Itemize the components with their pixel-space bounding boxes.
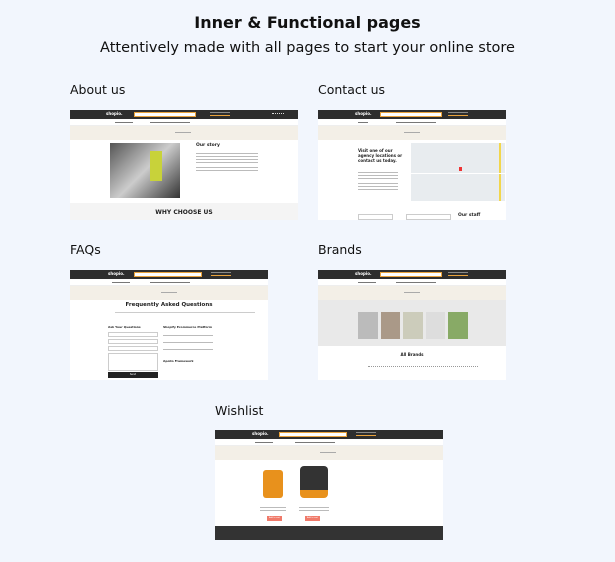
phone-input[interactable] <box>108 346 158 351</box>
product-image[interactable] <box>263 470 283 498</box>
add-to-cart-button[interactable]: Add to cart <box>267 516 282 521</box>
about-label: About us <box>70 82 126 97</box>
map[interactable] <box>411 143 505 201</box>
logo: shopio. <box>355 271 372 276</box>
about-us-thumbnail[interactable]: shopio. Our story WHY CHOOSE US <box>70 110 298 220</box>
header-icons <box>272 113 284 116</box>
message-input[interactable] <box>108 353 158 371</box>
logo: shopio. <box>252 431 269 436</box>
logo: shopio. <box>106 111 123 116</box>
contact-heading: Visit one of our agency locations or con… <box>358 148 403 163</box>
name-input[interactable] <box>108 332 158 337</box>
contact-us-thumbnail[interactable]: shopio. Visit one of our agency location… <box>318 110 506 220</box>
footer <box>215 526 443 540</box>
logo: shopio. <box>355 111 372 116</box>
page-subtitle: Attentively made with all pages to start… <box>100 40 515 56</box>
our-story-heading: Our story <box>196 143 220 148</box>
wishlist-label: Wishlist <box>215 403 264 418</box>
product-image[interactable] <box>300 466 328 498</box>
faq-heading: Frequently Asked Questions <box>125 302 213 308</box>
send-button[interactable]: Send <box>108 372 158 378</box>
brands-label: Brands <box>318 242 362 257</box>
add-to-cart-button[interactable]: Add to cart <box>305 516 320 521</box>
our-staff-heading: Our staff <box>458 213 481 218</box>
all-brands-heading: All Brands <box>400 352 424 357</box>
form-heading: Ask Your Questions <box>108 325 141 329</box>
faq-group-heading: Shopify Ecommerce Platform <box>163 325 213 329</box>
brands-thumbnail[interactable]: shopio. All Brands <box>318 270 506 380</box>
wishlist-thumbnail[interactable]: shopio. Add to cart Add to cart <box>215 430 443 540</box>
faqs-label: FAQs <box>70 242 101 257</box>
faq-group-heading: Apollo Framework <box>163 359 194 363</box>
email-input[interactable] <box>108 339 158 344</box>
faqs-thumbnail[interactable]: shopio. Frequently Asked Questions Ask Y… <box>70 270 268 380</box>
contact-label: Contact us <box>318 82 386 97</box>
about-image <box>110 143 180 198</box>
page-title: Inner & Functional pages <box>194 13 421 32</box>
why-choose-us-heading: WHY CHOOSE US <box>155 209 213 216</box>
brand-images <box>358 312 468 339</box>
search-bar <box>134 111 196 117</box>
logo: shopio. <box>108 271 125 276</box>
